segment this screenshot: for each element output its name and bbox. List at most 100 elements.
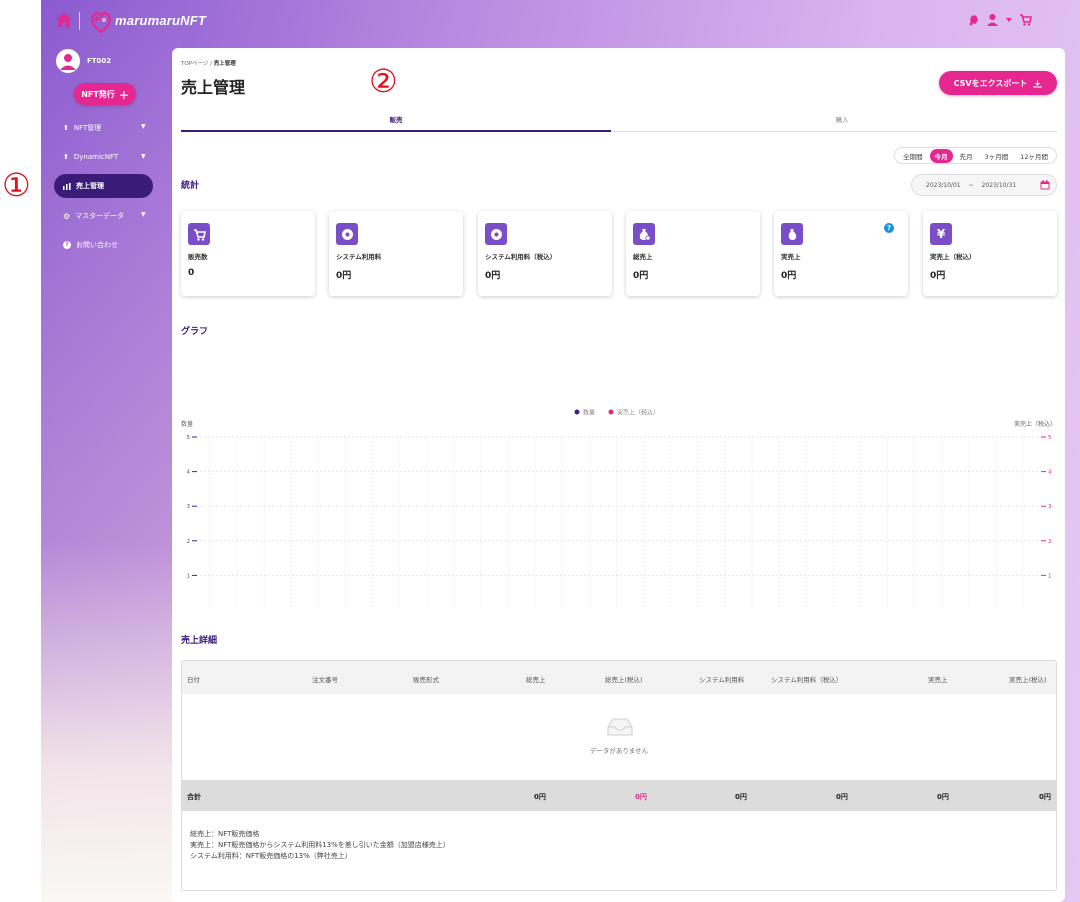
- th-date[interactable]: 日付: [187, 674, 200, 684]
- sidebar-item-sales-management[interactable]: 売上管理: [54, 174, 153, 198]
- gear-badge-icon: [336, 223, 358, 245]
- period-12-months[interactable]: 12ヶ月間: [1015, 149, 1053, 163]
- stats-title: 統計: [181, 181, 200, 191]
- cart-icon[interactable]: [1019, 13, 1032, 26]
- y-tick-label: 5: [187, 435, 191, 441]
- stat-value: 0円: [485, 271, 501, 281]
- graph-title: グラフ: [181, 327, 209, 337]
- legend-marker-0: [574, 409, 580, 415]
- period-last-month[interactable]: 先月: [955, 149, 978, 163]
- date-separator: ~: [968, 181, 974, 189]
- chevron-down-icon[interactable]: [1005, 16, 1013, 24]
- stat-card-net-sales-tax: ¥ 実売上（税込） 0円: [923, 211, 1057, 296]
- avatar: [56, 49, 80, 73]
- money-bag-icon: [781, 223, 803, 245]
- tab-purchase[interactable]: 購入: [627, 114, 1057, 132]
- y-tick-label: 4: [187, 470, 191, 476]
- empty-message: データがありません: [589, 747, 649, 755]
- breadcrumb: TOPページ / 売上管理: [181, 59, 236, 67]
- stat-label: 販売数: [188, 253, 208, 261]
- period-3-months[interactable]: 3ヶ月間: [980, 149, 1014, 163]
- empty-inbox-icon: [607, 718, 633, 736]
- csv-export-button[interactable]: CSVをエクスポート: [939, 71, 1057, 95]
- table-header: 日付 注文番号 販売形式 総売上 総売上(税込) システム利用料 システム利用料…: [182, 661, 1056, 694]
- y2-tick-label: 2: [1048, 539, 1052, 545]
- total-gross-sales-tax: 0円: [635, 793, 647, 801]
- chevron-down-icon: ▼: [141, 123, 146, 130]
- date-range-picker[interactable]: 2023/10/01 ~ 2023/10/31: [911, 174, 1057, 196]
- total-label: 合計: [187, 793, 201, 801]
- th-order-number[interactable]: 注文番号: [312, 674, 338, 684]
- date-end: 2023/10/31: [981, 181, 1017, 189]
- logo-icon[interactable]: [87, 8, 115, 36]
- date-start: 2023/10/01: [926, 181, 961, 189]
- top-bar: marumaruNFT: [41, 0, 1080, 44]
- breadcrumb-home[interactable]: TOPページ: [181, 61, 208, 67]
- y2-tick-label: 4: [1048, 470, 1052, 476]
- nft-issue-label: NFT発行: [81, 89, 115, 99]
- breadcrumb-current: 売上管理: [213, 61, 236, 67]
- th-net-sales-tax[interactable]: 実売上(税込): [1009, 674, 1047, 684]
- period-all[interactable]: 全期間: [898, 149, 928, 163]
- th-system-fee[interactable]: システム利用料: [699, 674, 744, 684]
- y2-tick-label: 5: [1048, 435, 1052, 441]
- home-icon[interactable]: [55, 12, 73, 28]
- legend-label-1: 実売上（税込）: [617, 409, 659, 417]
- tab-sales[interactable]: 販売: [181, 114, 611, 132]
- note-line: システム利用料：NFT販売価格の13%（弊社売上）: [190, 852, 352, 860]
- annotation-marker-2: ②: [369, 62, 398, 100]
- details-title: 売上詳細: [181, 636, 218, 646]
- chevron-down-icon: ▼: [141, 211, 146, 218]
- sidebar-item-nft-management[interactable]: ⬆ NFT管理 ▼: [63, 123, 146, 133]
- th-sale-type[interactable]: 販売形式: [413, 674, 439, 684]
- sales-details-table: 日付 注文番号 販売形式 総売上 総売上(税込) システム利用料 システム利用料…: [181, 660, 1057, 891]
- y-tick-label: 3: [187, 504, 191, 510]
- sidebar-item-label: お問い合わせ: [76, 241, 118, 249]
- stat-value: 0円: [930, 271, 946, 281]
- table-total-row: 合計 0円 0円 0円 0円 0円 0円: [182, 780, 1056, 811]
- main-content: TOPページ / 売上管理 売上管理 CSVをエクスポート 販売 購入 全期間 …: [172, 48, 1065, 902]
- chevron-down-icon: ▼: [141, 153, 146, 160]
- top-icons: [968, 13, 1032, 26]
- total-system-fee: 0円: [735, 793, 747, 801]
- stat-label: 実売上（税込）: [930, 253, 976, 261]
- note-line: 総売上：NFT販売価格: [190, 830, 260, 838]
- nft-issue-button[interactable]: NFT発行 ＋: [74, 83, 136, 105]
- period-this-month[interactable]: 今月: [929, 148, 953, 163]
- note-line: 実売上：NFT販売価格からシステム利用料13%を差し引いた金額（加盟店様売上）: [190, 841, 450, 849]
- breadcrumb-separator: /: [210, 61, 213, 67]
- upload-icon: ⬆: [63, 153, 69, 161]
- total-net-sales: 0円: [937, 793, 949, 801]
- help-icon[interactable]: ?: [884, 223, 894, 233]
- y-tick-label: 1: [187, 573, 191, 579]
- legend-label-0: 数量: [583, 409, 595, 417]
- sales-chart-area: 数量実売上（税込）数量実売上（税込）0011223344552023-10-01…: [172, 348, 1065, 639]
- th-net-sales[interactable]: 実売上: [928, 674, 948, 684]
- annotation-marker-1: ①: [2, 166, 31, 204]
- topbar-divider: [79, 12, 80, 30]
- logo-text[interactable]: marumaruNFT: [115, 13, 206, 28]
- sidebar-item-label: マスターデータ: [75, 212, 125, 220]
- th-gross-sales-tax[interactable]: 総売上(税込): [605, 674, 643, 684]
- th-gross-sales[interactable]: 総売上: [526, 674, 546, 684]
- stat-card-gross-sales: 総売上 0円: [626, 211, 760, 296]
- csv-export-label: CSVをエクスポート: [953, 78, 1028, 88]
- gear-badge-icon: [485, 223, 507, 245]
- user-icon[interactable]: [986, 13, 999, 26]
- question-icon: ?: [63, 241, 71, 249]
- y2-tick-label: 1: [1048, 573, 1052, 579]
- stat-card-system-fee-tax: システム利用料（税込） 0円: [478, 211, 612, 296]
- sales-line-chart: 数量実売上（税込）数量実売上（税込）0011223344552023-10-01…: [181, 409, 1056, 639]
- th-system-fee-tax[interactable]: システム利用料（税込）: [771, 674, 842, 684]
- calendar-icon[interactable]: [1040, 180, 1050, 190]
- total-gross-sales: 0円: [534, 793, 546, 801]
- stat-value: 0円: [633, 271, 649, 281]
- sidebar-item-master-data[interactable]: ⚙ マスターデータ ▼: [63, 211, 146, 221]
- stat-card-system-fee: システム利用料 0円: [329, 211, 463, 296]
- sidebar-item-contact[interactable]: ? お問い合わせ: [63, 240, 118, 250]
- sidebar-item-dynamic-nft[interactable]: ⬆ DynamicNFT ▼: [63, 153, 146, 161]
- y-axis-title: 数量: [181, 420, 193, 428]
- notification-icon[interactable]: [968, 14, 980, 26]
- user-profile[interactable]: FT002: [56, 49, 111, 73]
- yen-icon: ¥: [930, 223, 952, 245]
